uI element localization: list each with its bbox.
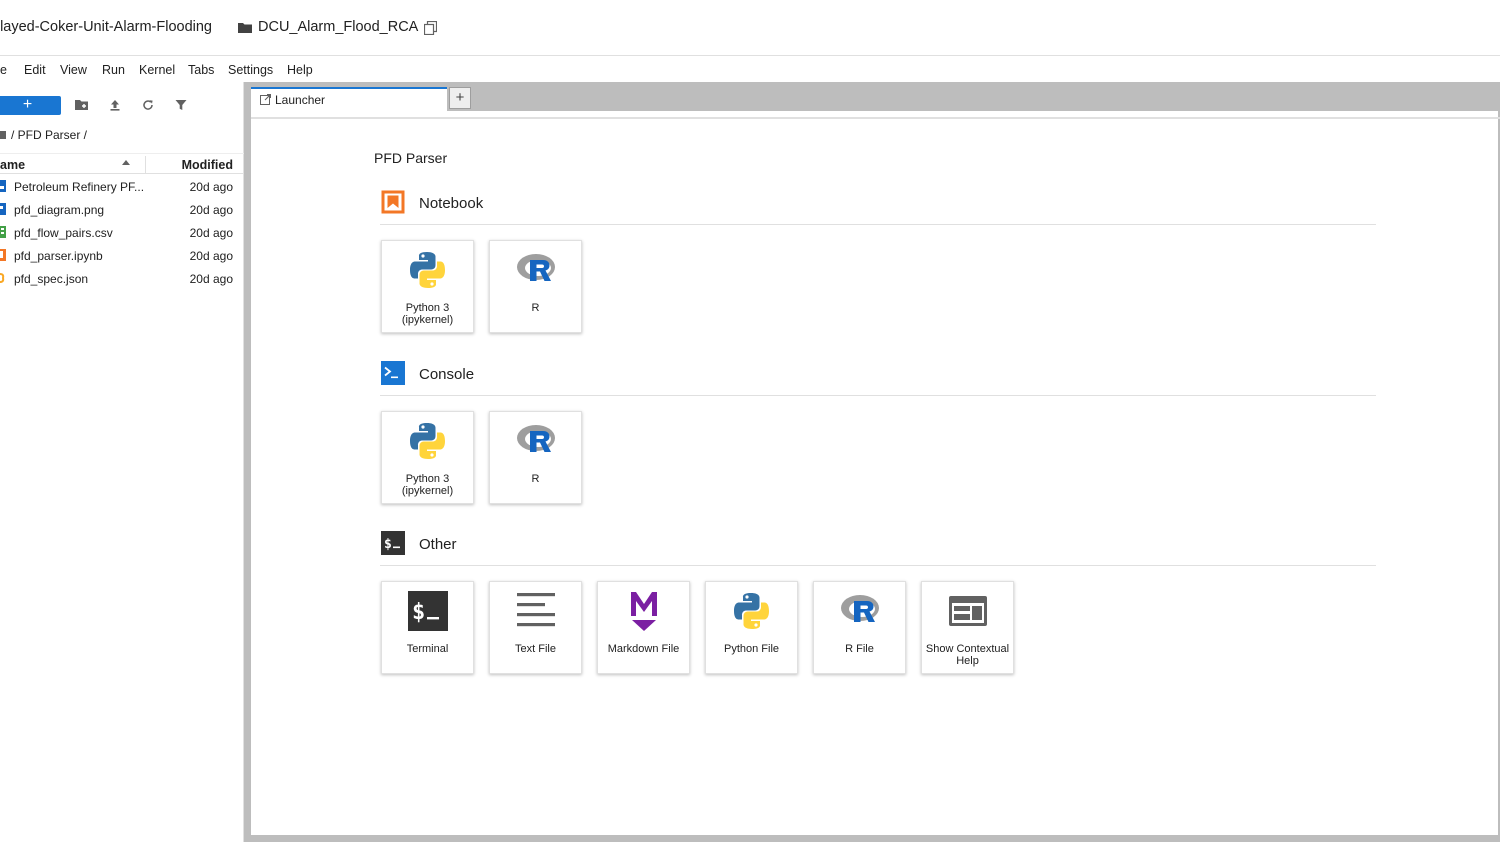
text-file-icon xyxy=(517,593,555,627)
card-label: Show Contextual Help xyxy=(925,643,1010,667)
file-row[interactable]: pfd_flow_pairs.csv 20d ago xyxy=(0,221,244,244)
jupyterlab-window: elayed-Coker-Unit-Alarm-Flooding DCU_Ala… xyxy=(0,0,1500,842)
section-divider xyxy=(380,395,1376,396)
file-row[interactable]: Petroleum Refinery PF... 20d ago xyxy=(0,175,244,198)
python-logo-icon xyxy=(410,252,445,288)
terminal-icon: $ xyxy=(381,531,405,555)
section-divider xyxy=(380,565,1376,566)
status-strip xyxy=(244,835,1500,842)
panel-divider xyxy=(251,117,1500,119)
folder-name[interactable]: DCU_Alarm_Flood_RCA xyxy=(258,19,418,35)
menu-bar: e Edit View Run Kernel Tabs Settings Hel… xyxy=(0,57,1500,82)
card-console-r[interactable]: R xyxy=(489,411,582,504)
tab-bar: Launcher + xyxy=(251,82,1500,111)
svg-text:$: $ xyxy=(412,600,425,625)
card-text-file[interactable]: Text File xyxy=(489,581,582,674)
card-notebook-r[interactable]: R xyxy=(489,240,582,333)
notebook-icon xyxy=(0,249,6,261)
filter-icon[interactable] xyxy=(173,97,189,113)
card-python-file[interactable]: Python File xyxy=(705,581,798,674)
card-contextual-help[interactable]: Show Contextual Help xyxy=(921,581,1014,674)
notebook-icon xyxy=(381,190,405,214)
upload-icon[interactable] xyxy=(107,97,123,113)
card-terminal[interactable]: $ Terminal xyxy=(381,581,474,674)
new-tab-button[interactable]: + xyxy=(449,87,471,109)
section-divider xyxy=(380,224,1376,225)
card-console-python3[interactable]: Python 3 (ipykernel) xyxy=(381,411,474,504)
file-name: pfd_diagram.png xyxy=(14,203,105,217)
file-row[interactable]: pfd_parser.ipynb 20d ago xyxy=(0,244,244,267)
r-logo-icon xyxy=(517,254,555,281)
file-row[interactable]: pfd_spec.json 20d ago xyxy=(0,267,244,290)
file-modified: 20d ago xyxy=(189,226,233,240)
card-label: Python 3 (ipykernel) xyxy=(401,302,454,326)
file-list-header: ame Modified xyxy=(0,153,244,174)
menu-tabs[interactable]: Tabs xyxy=(188,63,214,77)
pdf-icon xyxy=(0,180,6,192)
menu-file[interactable]: e xyxy=(0,63,7,77)
card-markdown-file[interactable]: Markdown File xyxy=(597,581,690,674)
markdown-icon xyxy=(631,592,657,631)
file-modified: 20d ago xyxy=(189,203,233,217)
svg-text:$: $ xyxy=(384,537,392,552)
card-label: Terminal xyxy=(406,643,449,655)
card-r-file[interactable]: R File xyxy=(813,581,906,674)
terminal-icon: $ xyxy=(408,591,448,631)
file-modified: 20d ago xyxy=(189,272,233,286)
card-label: Markdown File xyxy=(607,643,680,655)
file-modified: 20d ago xyxy=(189,249,233,263)
launcher-cwd-title: PFD Parser xyxy=(374,150,448,166)
card-label: Text File xyxy=(515,643,556,655)
card-label: Python File xyxy=(723,643,780,655)
file-browser: + / PFD Parser / ame Modified Petroleum … xyxy=(0,82,244,842)
file-name: Petroleum Refinery PF... xyxy=(14,180,145,194)
title-bar: elayed-Coker-Unit-Alarm-Flooding DCU_Ala… xyxy=(0,0,1500,56)
copy-icon[interactable] xyxy=(424,21,437,35)
contextual-help-icon xyxy=(949,596,987,626)
section-title-notebook: Notebook xyxy=(419,195,484,212)
file-name: pfd_parser.ipynb xyxy=(14,249,103,263)
file-row[interactable]: pfd_diagram.png 20d ago xyxy=(0,198,244,221)
file-modified: 20d ago xyxy=(189,180,233,194)
refresh-icon[interactable] xyxy=(140,97,156,113)
tab-label: Launcher xyxy=(275,93,326,107)
python-logo-icon xyxy=(734,593,769,629)
tab-launcher[interactable]: Launcher xyxy=(251,87,447,111)
new-launcher-button[interactable]: + xyxy=(0,96,61,115)
card-label: Python 3 (ipykernel) xyxy=(401,473,454,497)
card-notebook-python3[interactable]: Python 3 (ipykernel) xyxy=(381,240,474,333)
python-logo-icon xyxy=(410,423,445,459)
card-label: R xyxy=(531,302,540,314)
breadcrumb-path[interactable]: / PFD Parser / xyxy=(11,128,87,142)
sidebar-splitter[interactable] xyxy=(244,82,251,842)
card-label: R xyxy=(531,473,540,485)
name-column-header[interactable]: ame xyxy=(0,158,25,172)
sort-ascending-icon[interactable] xyxy=(122,160,130,165)
menu-settings[interactable]: Settings xyxy=(228,63,273,77)
menu-help[interactable]: Help xyxy=(287,63,313,77)
home-folder-icon[interactable] xyxy=(0,131,6,139)
breadcrumb[interactable]: / PFD Parser / xyxy=(0,128,87,142)
menu-run[interactable]: Run xyxy=(102,63,125,77)
folder-icon xyxy=(238,23,252,33)
new-folder-icon[interactable] xyxy=(74,97,90,113)
section-title-console: Console xyxy=(419,366,475,383)
menu-view[interactable]: View xyxy=(60,63,87,77)
spreadsheet-icon xyxy=(0,226,6,238)
column-divider[interactable] xyxy=(145,156,146,173)
card-label: R File xyxy=(845,643,874,655)
project-name[interactable]: elayed-Coker-Unit-Alarm-Flooding xyxy=(0,19,212,35)
menu-kernel[interactable]: Kernel xyxy=(139,63,175,77)
menu-edit[interactable]: Edit xyxy=(24,63,46,77)
file-name: pfd_flow_pairs.csv xyxy=(14,226,113,240)
image-icon xyxy=(0,203,6,215)
launcher-icon xyxy=(260,94,271,105)
file-name: pfd_spec.json xyxy=(14,272,89,286)
r-logo-icon xyxy=(841,595,879,622)
json-icon xyxy=(0,273,5,283)
console-icon xyxy=(381,361,405,385)
section-title-other: Other xyxy=(419,536,457,553)
modified-column-header[interactable]: Modified xyxy=(182,158,233,172)
r-logo-icon xyxy=(517,425,555,452)
